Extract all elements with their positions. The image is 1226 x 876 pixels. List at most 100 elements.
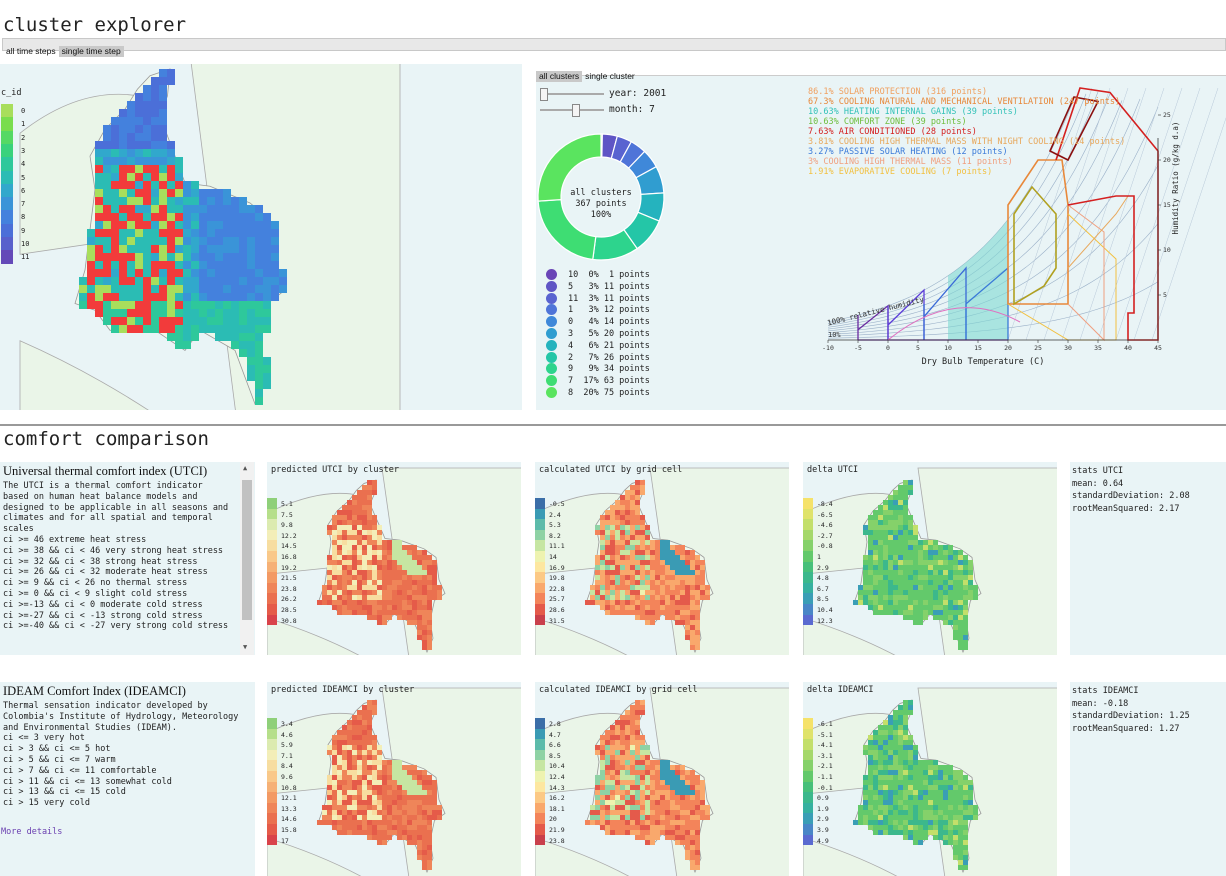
grid-cell xyxy=(600,580,605,585)
cluster-legend-item[interactable]: 8 20% 75 points xyxy=(568,388,650,398)
grid-cell xyxy=(387,820,392,825)
grid-cell xyxy=(948,810,953,815)
grid-cell xyxy=(352,550,357,555)
grid-cell xyxy=(605,515,610,520)
grid-cell xyxy=(630,800,635,805)
grid-cell xyxy=(878,585,883,590)
grid-cell xyxy=(888,735,893,740)
scale-label: 8.4 xyxy=(281,762,293,771)
grid-cell xyxy=(938,830,943,835)
cluster-legend-dot[interactable] xyxy=(546,292,557,304)
grid-cell xyxy=(620,590,625,595)
grid-cell xyxy=(938,595,943,600)
grid-cell xyxy=(151,301,159,309)
scroll-up-icon[interactable]: ▲ xyxy=(243,464,247,472)
cluster-legend-dot[interactable] xyxy=(546,316,557,328)
x-tick-label: 40 xyxy=(1124,344,1132,352)
year-slider-track[interactable] xyxy=(540,93,604,95)
strategy-annotation[interactable]: 3.81% COOLING HIGH THERMAL MASS WITH NIG… xyxy=(808,137,1125,147)
ideam-stats: stats IDEAMCI mean: -0.18 standardDeviat… xyxy=(1072,685,1190,735)
cluster-legend-item[interactable]: 9 9% 34 points xyxy=(568,364,650,374)
scale-swatch xyxy=(803,771,813,782)
strategy-annotation[interactable]: 3% COOLING HIGH THERMAL MASS (11 points) xyxy=(808,157,1013,167)
tab-all-clusters[interactable]: all clusters xyxy=(536,71,583,82)
cluster-legend-dot[interactable] xyxy=(546,387,557,398)
grid-cell xyxy=(943,840,948,845)
grid-cell xyxy=(417,835,422,840)
tab-single-cluster[interactable]: single cluster xyxy=(582,71,638,82)
grid-cell xyxy=(377,765,382,770)
cluster-legend-dot[interactable] xyxy=(546,339,557,351)
cluster-legend-item[interactable]: 5 3% 11 points xyxy=(568,282,650,292)
strategy-annotation[interactable]: 7.63% AIR CONDITIONED (28 points) xyxy=(808,127,977,137)
year-slider-handle[interactable] xyxy=(540,88,548,101)
grid-cell xyxy=(397,615,402,620)
y-axis-label: Humidity Ratio (g/kg d.a) xyxy=(1171,122,1180,235)
grid-cell xyxy=(605,575,610,580)
grid-cell xyxy=(231,253,239,261)
strategy-annotation[interactable]: 1.91% EVAPORATIVE COOLING (7 points) xyxy=(808,167,992,177)
grid-cell xyxy=(127,301,135,309)
grid-cell xyxy=(878,810,883,815)
grid-cell xyxy=(953,600,958,605)
grid-cell xyxy=(655,800,660,805)
grid-cell xyxy=(199,269,207,277)
grid-cell xyxy=(938,580,943,585)
grid-cell xyxy=(427,805,432,810)
grid-cell xyxy=(913,525,918,530)
cluster-legend-item[interactable]: 0 4% 14 points xyxy=(568,317,650,327)
grid-cell xyxy=(943,585,948,590)
grid-cell xyxy=(635,825,640,830)
cluster-legend-dot[interactable] xyxy=(546,375,557,387)
grid-cell xyxy=(119,325,127,333)
cluster-legend-dot[interactable] xyxy=(546,363,557,375)
grid-cell xyxy=(963,635,968,640)
grid-cell xyxy=(352,530,357,535)
strategy-annotation[interactable]: 10.63% HEATING INTERNAL GAINS (39 points… xyxy=(808,107,1018,117)
strategy-annotation[interactable]: 86.1% SOLAR PROTECTION (316 points) xyxy=(808,87,987,97)
grid-cell xyxy=(923,805,928,810)
grid-cell xyxy=(127,213,135,221)
grid-cell xyxy=(357,735,362,740)
cluster-legend-dot[interactable] xyxy=(546,304,557,316)
cluster-map[interactable] xyxy=(0,64,522,410)
cluster-legend-dot[interactable] xyxy=(546,280,557,292)
grid-cell xyxy=(159,229,167,237)
utci-scrollbar-thumb[interactable] xyxy=(242,480,252,620)
grid-cell xyxy=(357,525,362,530)
grid-cell xyxy=(873,585,878,590)
grid-cell xyxy=(372,780,377,785)
utci-scrollbar[interactable]: ▲ ▼ xyxy=(240,462,254,655)
tab-single-time-step[interactable]: single time step xyxy=(58,46,124,57)
grid-cell xyxy=(680,815,685,820)
tab-all-time-steps[interactable]: all time steps xyxy=(3,46,59,57)
more-details-link[interactable]: More details xyxy=(1,827,62,837)
strategy-annotation[interactable]: 3.27% PASSIVE SOLAR HEATING (12 points) xyxy=(808,147,1008,157)
cluster-legend-item[interactable]: 7 17% 63 points xyxy=(568,376,650,386)
strategy-annotation[interactable]: 10.63% COMFORT ZONE (39 points) xyxy=(808,117,967,127)
grid-cell xyxy=(665,805,670,810)
grid-cell xyxy=(427,845,432,850)
grid-cell xyxy=(873,775,878,780)
month-slider-handle[interactable] xyxy=(572,104,580,117)
strategy-annotation[interactable]: 67.3% COOLING NATURAL AND MECHANICAL VEN… xyxy=(808,97,1120,107)
cluster-legend-dot[interactable] xyxy=(546,269,557,280)
cluster-legend-item[interactable]: 3 5% 20 points xyxy=(568,329,650,339)
cluster-legend-item[interactable]: 11 3% 11 points xyxy=(568,294,650,304)
grid-cell xyxy=(665,830,670,835)
cluster-legend-item[interactable]: 2 7% 26 points xyxy=(568,353,650,363)
grid-cell xyxy=(660,600,665,605)
grid-cell xyxy=(103,277,111,285)
cluster-legend-dot[interactable] xyxy=(546,328,557,339)
cluster-legend-item[interactable]: 1 3% 12 points xyxy=(568,305,650,315)
grid-cell xyxy=(342,765,347,770)
grid-cell xyxy=(357,590,362,595)
cluster-legend-item[interactable]: 4 6% 21 points xyxy=(568,341,650,351)
grid-cell xyxy=(675,620,680,625)
cluster-legend-item[interactable]: 10 0% 1 points xyxy=(568,270,650,280)
cluster-legend-dot[interactable] xyxy=(546,351,557,363)
grid-cell xyxy=(111,293,119,301)
grid-cell xyxy=(958,570,963,575)
grid-cell xyxy=(422,840,427,845)
scroll-down-icon[interactable]: ▼ xyxy=(243,643,247,651)
